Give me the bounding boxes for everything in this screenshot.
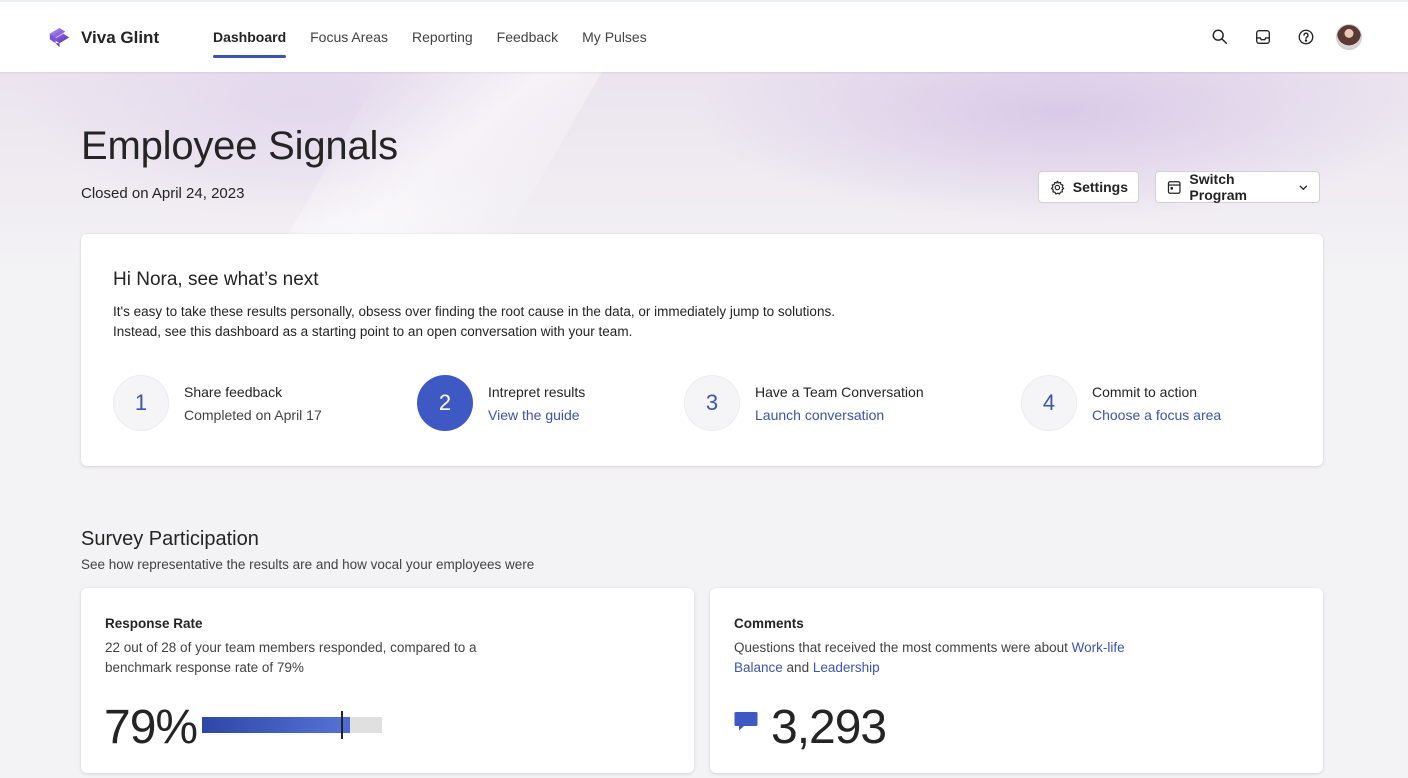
work-life-link[interactable]: Work-life xyxy=(1072,640,1125,655)
step-title: Share feedback xyxy=(184,384,283,400)
step-number-active: 2 xyxy=(417,375,473,431)
switch-program-label: Switch Program xyxy=(1189,171,1247,203)
comments-heading: Comments xyxy=(734,616,804,631)
nav-item-my-pulses[interactable]: My Pulses xyxy=(582,2,647,72)
search-button[interactable] xyxy=(1208,25,1232,49)
settings-label: Settings xyxy=(1072,179,1128,195)
response-rate-card[interactable]: Response Rate 22 out of 28 of your team … xyxy=(81,588,694,773)
page-title: Employee Signals xyxy=(81,124,398,168)
intro-line-1: It's easy to take these results personal… xyxy=(113,304,835,319)
choose-focus-area-link[interactable]: Choose a focus area xyxy=(1092,407,1221,423)
work-life-link-continued[interactable]: Balance xyxy=(734,660,783,675)
step-interpret-results: 2 Intrepret results View the guide xyxy=(417,375,585,431)
response-rate-bar xyxy=(202,711,382,739)
intro-line-2: Instead, see this dashboard as a startin… xyxy=(113,324,633,339)
step-team-conversation: 3 Have a Team Conversation Launch conver… xyxy=(684,375,924,431)
step-number: 3 xyxy=(684,375,740,431)
top-icons xyxy=(1189,24,1362,50)
step-number: 4 xyxy=(1021,375,1077,431)
greeting-heading: Hi Nora, see what’s next xyxy=(113,269,319,290)
benchmark-marker xyxy=(341,711,343,739)
launch-conversation-link[interactable]: Launch conversation xyxy=(755,407,924,423)
view-guide-link[interactable]: View the guide xyxy=(488,407,585,423)
viva-glint-logo xyxy=(49,27,70,48)
comments-desc-and: and xyxy=(782,660,813,675)
inbox-icon xyxy=(1256,30,1270,44)
response-desc-line-2: benchmark response rate of 79% xyxy=(105,660,304,675)
response-rate-description: 22 out of 28 of your team members respon… xyxy=(105,638,525,678)
step-number: 1 xyxy=(113,375,169,431)
section-subtitle: See how representative the results are a… xyxy=(81,557,535,572)
nav-item-dashboard[interactable]: Dashboard xyxy=(213,2,287,72)
program-icon xyxy=(1167,180,1181,194)
response-rate-bar-fill xyxy=(202,717,341,733)
leadership-link[interactable]: Leadership xyxy=(813,660,880,675)
response-rate-heading: Response Rate xyxy=(105,616,203,631)
switch-program-button[interactable]: Switch Program xyxy=(1155,171,1320,203)
help-button[interactable] xyxy=(1294,25,1318,49)
step-title: Commit to action xyxy=(1092,384,1198,400)
settings-button[interactable]: Settings xyxy=(1038,171,1139,203)
step-title: Intrepret results xyxy=(488,384,586,400)
gear-icon xyxy=(1050,180,1065,195)
step-share-feedback: 1 Share feedback Completed on April 17 xyxy=(113,375,322,431)
main-nav: Dashboard Focus Areas Reporting Feedback… xyxy=(213,2,671,72)
chevron-down-icon xyxy=(1299,185,1308,190)
nav-item-reporting[interactable]: Reporting xyxy=(412,2,473,72)
brand-name: Viva Glint xyxy=(81,27,160,47)
inbox-button[interactable] xyxy=(1251,25,1275,49)
comments-count: 3,293 xyxy=(771,701,887,754)
response-rate-value: 79% xyxy=(104,701,198,754)
next-steps-card: Hi Nora, see what’s next It's easy to ta… xyxy=(81,234,1323,466)
intro-text: It's easy to take these results personal… xyxy=(113,302,835,342)
search-icon xyxy=(1212,29,1228,45)
comments-desc-prefix: Questions that received the most comment… xyxy=(734,640,1072,655)
comment-icon xyxy=(734,712,758,731)
response-desc-line-1: 22 out of 28 of your team members respon… xyxy=(105,640,477,655)
step-title: Have a Team Conversation xyxy=(755,384,924,400)
step-status: Completed on April 17 xyxy=(184,407,322,423)
comments-card[interactable]: Comments Questions that received the mos… xyxy=(710,588,1323,773)
avatar[interactable] xyxy=(1336,24,1362,50)
nav-item-feedback[interactable]: Feedback xyxy=(497,2,558,72)
brand[interactable]: Viva Glint xyxy=(46,24,159,51)
comments-description: Questions that received the most comment… xyxy=(734,638,1174,678)
nav-item-focus-areas[interactable]: Focus Areas xyxy=(310,2,388,72)
step-commit-to-action: 4 Commit to action Choose a focus area xyxy=(1021,375,1221,431)
help-icon xyxy=(1298,29,1314,45)
page-subtitle: Closed on April 24, 2023 xyxy=(81,185,245,202)
section-title: Survey Participation xyxy=(81,528,259,550)
top-navigation-bar: Viva Glint Dashboard Focus Areas Reporti… xyxy=(0,0,1408,72)
